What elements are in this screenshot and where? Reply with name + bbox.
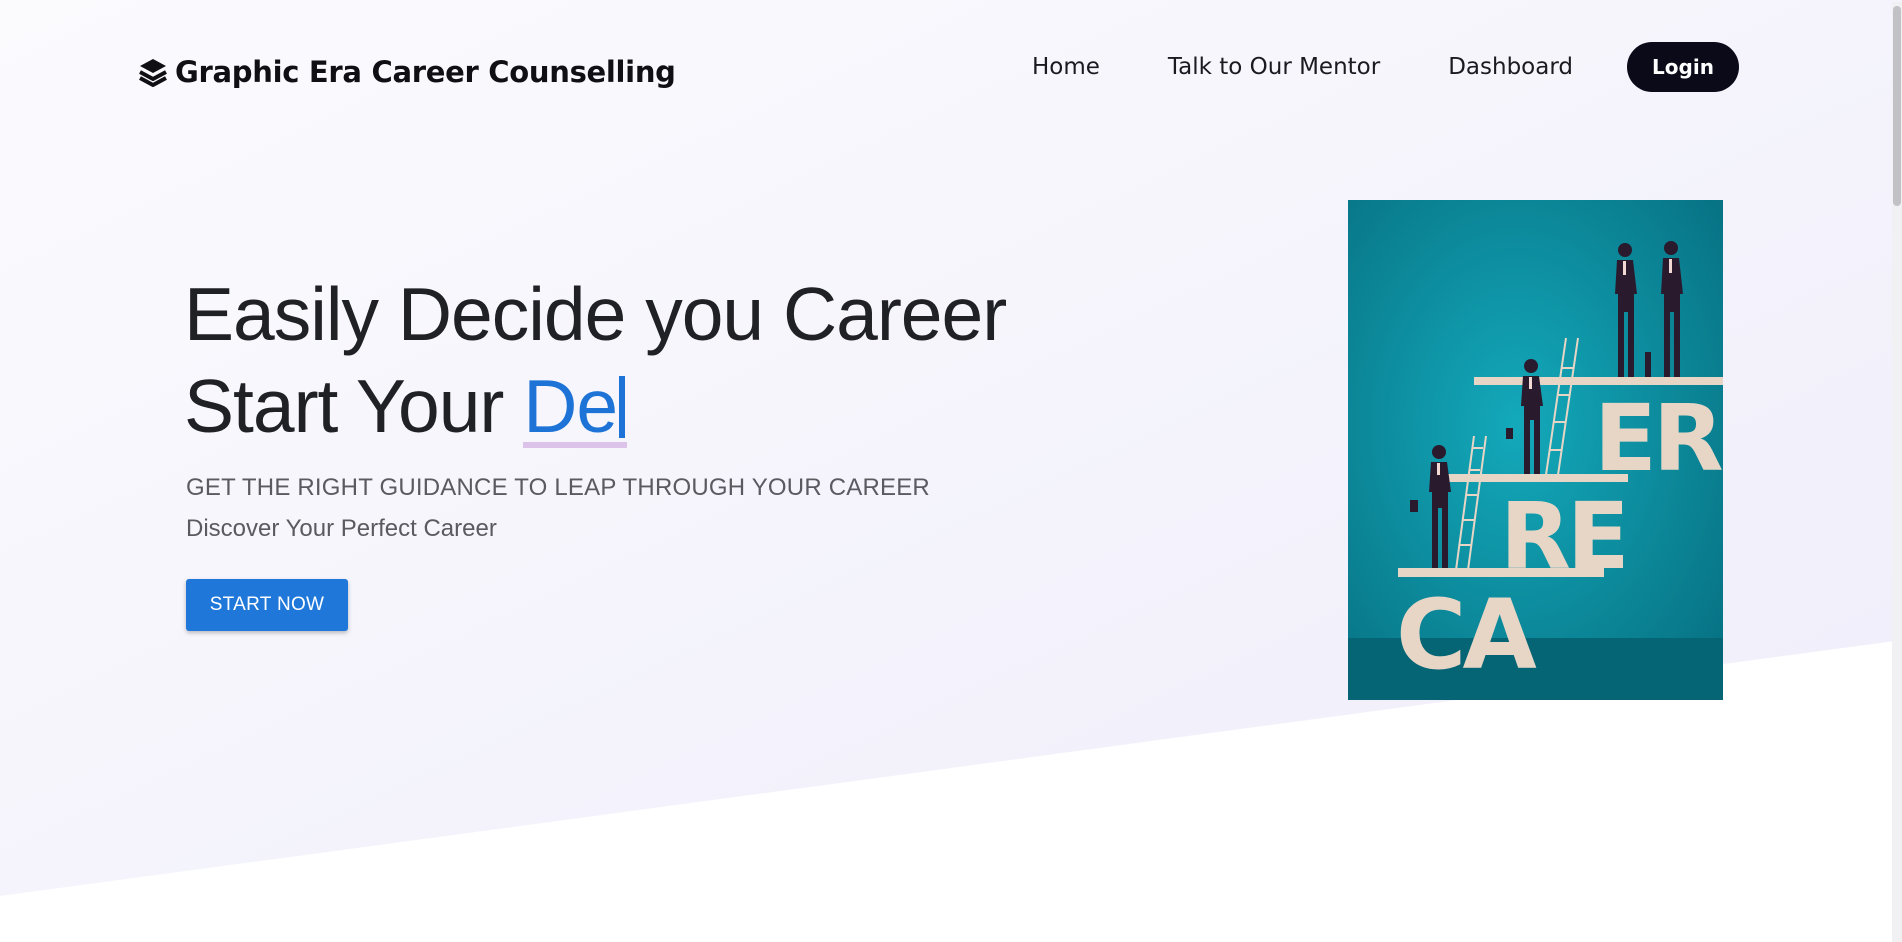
typed-text: De: [523, 369, 628, 448]
hero-title-line1: Easily Decide you Career: [184, 272, 1007, 356]
main-nav: Home Talk to Our Mentor Dashboard Login: [1032, 42, 1739, 92]
scrollbar-thumb[interactable]: [1893, 6, 1901, 206]
hero-title-prefix: Start Your: [184, 364, 524, 448]
poster-letters-bottom: CA: [1396, 579, 1536, 691]
poster-letters-top: ER: [1594, 385, 1722, 492]
poster-letters-mid: RE: [1500, 483, 1626, 590]
hero-tagline: Discover Your Perfect Career: [186, 515, 497, 542]
vertical-scrollbar[interactable]: [1892, 2, 1902, 942]
brand-name: Graphic Era Career Counselling: [175, 55, 676, 89]
career-poster-image: ER RE CA: [1348, 200, 1723, 700]
brand-logo[interactable]: Graphic Era Career Counselling: [139, 52, 676, 92]
nav-talk-to-mentor[interactable]: Talk to Our Mentor: [1168, 54, 1380, 80]
typed-text-value: De: [523, 364, 618, 448]
typing-cursor: [619, 376, 626, 438]
nav-dashboard[interactable]: Dashboard: [1448, 54, 1573, 80]
hero-subtitle: GET THE RIGHT GUIDANCE TO LEAP THROUGH Y…: [186, 474, 930, 501]
login-button[interactable]: Login: [1627, 42, 1739, 92]
layers-icon: [139, 59, 167, 87]
hero-title-line2: Start Your De: [184, 360, 1006, 452]
start-now-button[interactable]: START NOW: [186, 579, 348, 631]
nav-home[interactable]: Home: [1032, 54, 1100, 80]
hero-title: Easily Decide you Career Start Your De: [184, 268, 1007, 452]
